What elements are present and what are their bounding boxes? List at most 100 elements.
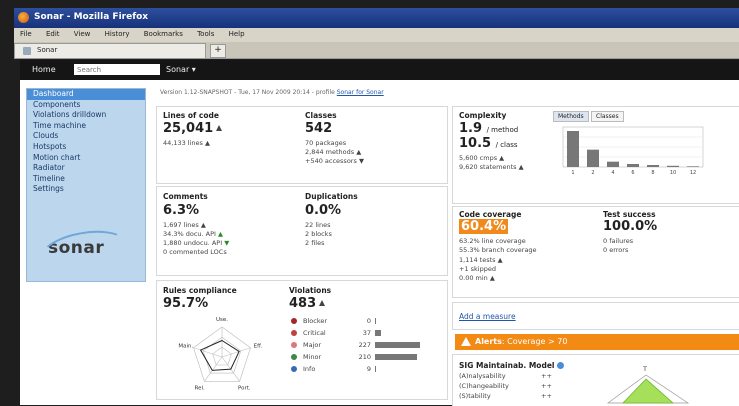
sidebar-item-clouds[interactable]: Clouds — [27, 131, 145, 142]
trend-up-icon: ▲ — [218, 230, 224, 238]
sidebar-item-time-machine[interactable]: Time machine — [27, 121, 145, 132]
chart-bar — [587, 149, 599, 167]
severity-label[interactable]: Critical — [303, 329, 326, 337]
loc-value: 25,041 — [163, 121, 223, 136]
sig-changeability: (C)hangeability — [459, 382, 509, 390]
rules-value: 95.7% — [163, 296, 209, 311]
menu-tools[interactable]: Tools — [197, 30, 214, 38]
trend-up-icon — [216, 125, 223, 131]
docu-api: 34.3% docu. API ▲ — [163, 230, 223, 238]
menu-file[interactable]: File — [20, 30, 32, 38]
menu-history[interactable]: History — [105, 30, 130, 38]
dup-lines: 22 lines — [305, 221, 331, 229]
commented-loc: 0 commented LOCs — [163, 248, 227, 256]
alerts-label: Alerts — [475, 337, 502, 346]
trend-up-icon: ▲ — [497, 256, 503, 264]
statements-count: 9,620 statements ▲ — [459, 163, 524, 171]
sig-stability-value: ++ — [541, 392, 552, 400]
tab-sonar[interactable]: Sonar — [14, 43, 206, 58]
rules-radar-chart: Use. Eff. Port. Rel. Main. — [178, 317, 262, 392]
sig-model-title: SIG Maintainab. Model — [459, 361, 565, 370]
test-time-text: 0.00 min — [459, 274, 488, 282]
page-favicon-icon — [23, 47, 31, 55]
add-measure-link[interactable]: Add a measure — [459, 312, 516, 321]
per-method-unit: / method — [486, 126, 519, 134]
chevron-down-icon: ▾ — [191, 65, 196, 74]
severity-count: 227 — [358, 341, 371, 349]
loc-title: Lines of code — [163, 111, 219, 120]
window-title-bar: Sonar - Mozilla Firefox — [14, 8, 739, 28]
comments-value: 6.3% — [163, 203, 200, 218]
violations-number: 483 — [289, 296, 317, 311]
duplications-title: Duplications — [305, 192, 358, 201]
complexity-distribution-chart: 1 2 4 6 8 10 12 — [562, 126, 704, 176]
sidebar-item-settings[interactable]: Settings — [27, 184, 145, 195]
project-selector[interactable]: Sonar ▾ — [166, 65, 196, 74]
severity-label[interactable]: Blocker — [303, 317, 327, 325]
radar-axis-label: Main. — [178, 343, 193, 349]
radar-axis-label: Rel. — [195, 386, 205, 392]
tests-text: 1,114 tests — [459, 256, 496, 264]
severity-bar — [375, 330, 381, 336]
trend-down-icon: ▼ — [358, 157, 364, 165]
rules-widget: Rules compliance 95.7% Use. Eff. Port. Rel.… — [156, 280, 448, 400]
chart-bar — [567, 131, 579, 167]
undocu-api-text: 1,880 undocu. API — [163, 239, 223, 247]
severity-bar — [375, 354, 417, 360]
lines-text: 44,133 lines — [163, 139, 203, 147]
coverage-widget: Code coverage 60.4% 63.2% line coverage … — [452, 206, 739, 298]
sidebar-item-components[interactable]: Components — [27, 100, 145, 111]
search-input[interactable] — [74, 64, 160, 75]
menu-bookmarks[interactable]: Bookmarks — [144, 30, 183, 38]
per-method-value: 1.9 — [459, 121, 483, 136]
sidebar-item-hotspots[interactable]: Hotspots — [27, 142, 145, 153]
trend-up-icon — [319, 300, 326, 306]
loc-lines: 44,133 lines ▲ — [163, 139, 210, 147]
version-text: Version 1.12-SNAPSHOT - Tue, 17 Nov 2009… — [160, 89, 335, 96]
severity-label[interactable]: Major — [303, 341, 321, 349]
radar-axis-label: Port. — [238, 386, 251, 392]
profile-link[interactable]: Sonar for Sonar — [337, 89, 384, 96]
tab-classes[interactable]: Classes — [591, 111, 624, 122]
menu-help[interactable]: Help — [229, 30, 245, 38]
sonar-logo: sonar — [37, 224, 131, 278]
sidebar-item-violations[interactable]: Violations drilldown — [27, 110, 145, 121]
menu-edit[interactable]: Edit — [46, 30, 60, 38]
sidebar-item-motion-chart[interactable]: Motion chart — [27, 153, 145, 164]
coverage-title: Code coverage — [459, 210, 522, 219]
cmps-count: 5,600 cmps ▲ — [459, 154, 504, 162]
radar-axis-line — [193, 347, 223, 358]
alerts-detail: : Coverage > 70 — [501, 337, 568, 346]
severity-label[interactable]: Minor — [303, 353, 321, 361]
test-time: 0.00 min ▲ — [459, 274, 495, 282]
trend-up-icon: ▲ — [489, 274, 495, 282]
sidebar-item-radiator[interactable]: Radiator — [27, 163, 145, 174]
home-link[interactable]: Home — [32, 65, 56, 74]
project-name: Sonar — [166, 65, 190, 74]
chart-bar — [607, 161, 619, 167]
new-tab-button[interactable]: + — [210, 44, 226, 58]
sidebar-item-timeline[interactable]: Timeline — [27, 174, 145, 185]
test-failures: 0 failures — [603, 237, 634, 245]
violations-value: 483 — [289, 296, 326, 311]
menu-view[interactable]: View — [74, 30, 91, 38]
severity-label[interactable]: Info — [303, 365, 315, 373]
comments-widget: Comments 6.3% 1,697 lines ▲ 34.3% docu. … — [156, 186, 448, 276]
sidebar-item-dashboard[interactable]: Dashboard — [27, 89, 145, 100]
coverage-value: 60.4% — [459, 219, 509, 234]
severity-critical-icon — [291, 330, 297, 336]
chart-tick-label: 10 — [670, 170, 676, 176]
packages-count: 70 packages — [305, 139, 347, 147]
loc-number: 25,041 — [163, 121, 214, 136]
severity-blocker-icon — [291, 318, 297, 324]
menu-bar: File Edit View History Bookmarks Tools H… — [14, 28, 739, 42]
severity-bar — [375, 366, 376, 372]
cmps-text: 5,600 cmps — [459, 154, 498, 162]
line-coverage: 63.2% line coverage — [459, 237, 526, 245]
window-title: Sonar - Mozilla Firefox — [34, 12, 149, 22]
sig-radar-chart — [606, 374, 690, 404]
undocu-api: 1,880 undocu. API ▼ — [163, 239, 229, 247]
warning-icon — [461, 337, 471, 346]
chart-tick-label: 8 — [651, 170, 654, 176]
tab-methods[interactable]: Methods — [553, 111, 589, 122]
